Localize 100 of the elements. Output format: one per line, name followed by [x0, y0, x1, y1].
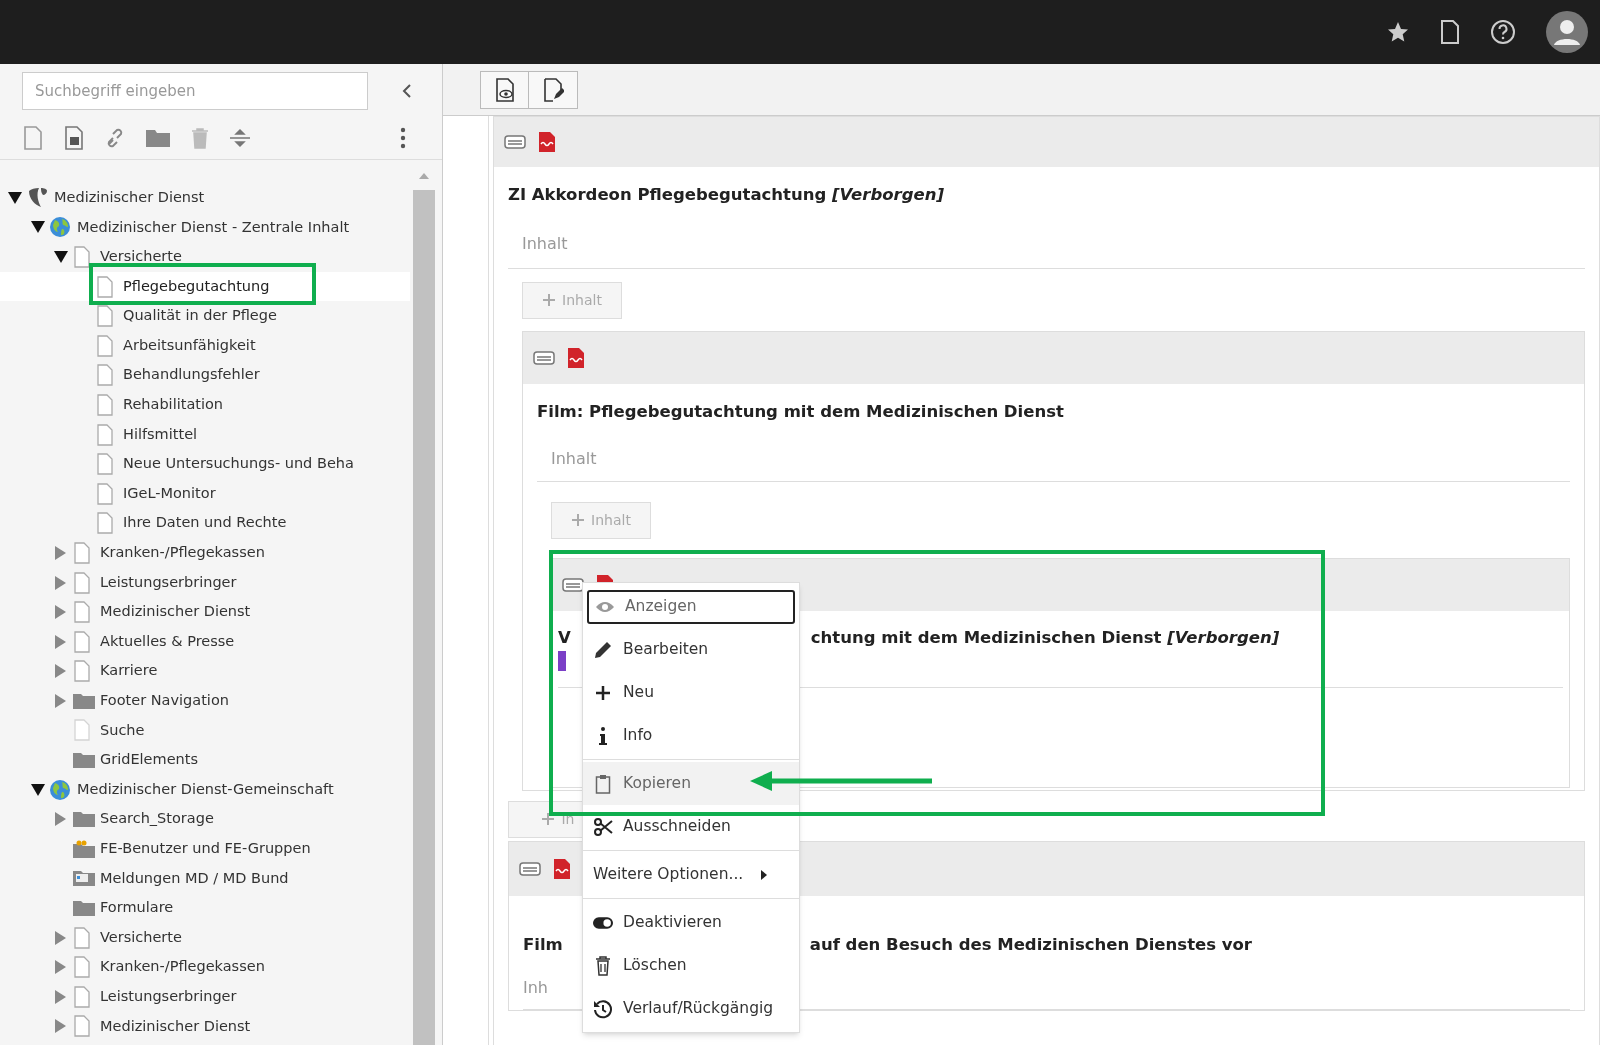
page-icon	[72, 630, 92, 653]
card-title: Film	[523, 933, 563, 956]
menu-item[interactable]: Deaktivieren	[583, 901, 799, 944]
tree-item[interactable]: Versicherte	[0, 242, 410, 272]
divider-icon[interactable]	[229, 128, 251, 148]
tree-item[interactable]: Versicherte	[0, 922, 410, 953]
folder-icon	[72, 750, 96, 771]
collapsed-toggle-icon[interactable]	[54, 634, 66, 649]
menu-item[interactable]: Verlauf/Rückgängig	[583, 987, 799, 1030]
tree-item[interactable]: Leistungserbringer	[0, 982, 410, 1012]
tree-item[interactable]: Karriere	[0, 656, 410, 687]
hidden-status-icon	[538, 131, 556, 153]
collapsed-toggle-icon[interactable]	[54, 930, 66, 945]
collapsed-toggle-icon[interactable]	[54, 575, 66, 590]
tree-item[interactable]: FE-Benutzer und FE-Gruppen	[0, 834, 410, 864]
tree-item[interactable]: Behandlungsfehler	[0, 360, 410, 391]
collapsed-toggle-icon[interactable]	[54, 545, 66, 560]
tree-item[interactable]: IGeL-Monitor	[0, 478, 410, 509]
menu-item[interactable]: Weitere Optionen...	[583, 853, 799, 896]
tree-item[interactable]: Meldungen MD / MD Bund	[0, 863, 410, 894]
folder-icon	[72, 809, 96, 830]
tree-item[interactable]: Formulare	[0, 893, 410, 923]
tree-item[interactable]: Medizinischer Dienst	[0, 1011, 410, 1042]
tree-item[interactable]: Qualität in der Pflege	[0, 301, 410, 331]
tree-item[interactable]: Medizinischer Dienst	[0, 597, 410, 627]
tree-item[interactable]: Footer Navigation	[0, 686, 410, 716]
expanded-toggle-icon[interactable]	[54, 251, 68, 263]
tree-item[interactable]: Arbeitsunfähigkeit	[0, 330, 410, 361]
collapsed-toggle-icon[interactable]	[54, 693, 66, 708]
avatar-icon[interactable]	[1546, 11, 1588, 53]
collapsed-toggle-icon[interactable]	[54, 960, 66, 975]
page-icon	[95, 393, 115, 416]
tree-item[interactable]: Neue Untersuchungs- und Beha	[0, 449, 410, 479]
content-type-icon	[504, 134, 526, 150]
plus-icon	[542, 293, 557, 307]
trash-icon[interactable]	[190, 127, 210, 149]
page-icon	[72, 1015, 92, 1038]
tree-item[interactable]: Pflegebegutachtung	[0, 271, 410, 302]
card-title: chtung mit dem Medizinischen Dienst [Verborgen]	[810, 626, 1280, 649]
menu-item[interactable]: Info	[583, 714, 799, 757]
folder-users-icon	[72, 838, 96, 859]
page-view-icon	[493, 77, 516, 102]
column-label: Inhalt	[551, 447, 597, 470]
collapsed-toggle-icon[interactable]	[54, 664, 66, 679]
view-page-button[interactable]	[480, 70, 529, 109]
collapse-icon[interactable]	[402, 83, 412, 99]
new-page-icon[interactable]	[22, 126, 44, 150]
trash-icon	[595, 955, 611, 976]
plus-icon	[595, 684, 611, 701]
expanded-toggle-icon[interactable]	[31, 783, 45, 796]
tree-item[interactable]: Medizinischer Dienst-Gemeinschaft	[0, 774, 410, 805]
collapsed-toggle-icon[interactable]	[54, 1019, 66, 1034]
menu-item[interactable]: Bearbeiten	[583, 628, 799, 671]
search-field[interactable]: Suchbegriff eingeben	[22, 72, 368, 110]
collapsed-toggle-icon[interactable]	[54, 812, 66, 827]
tree-item[interactable]: Medizinischer Dienst	[0, 183, 410, 213]
page-icon	[95, 453, 115, 476]
menu-item[interactable]: Kopieren	[583, 762, 799, 805]
tree-item[interactable]: Ihre Daten und Rechte	[0, 508, 410, 539]
content-type-icon	[519, 861, 541, 877]
tree-item[interactable]: Search_Storage	[0, 804, 410, 835]
tree-item[interactable]: Kranken-/Pflegekassen	[0, 952, 410, 983]
tree-item[interactable]: Medizinischer Dienst - Zentrale Inhalt	[0, 212, 410, 243]
expanded-toggle-icon[interactable]	[31, 221, 45, 234]
page-icon	[72, 246, 92, 268]
card-title: ZI Akkordeon Pflegebegutachtung [Verborgen]	[507, 184, 945, 206]
hidden-status-icon	[567, 347, 585, 369]
menu-item[interactable]: Löschen	[583, 944, 799, 987]
page-icon	[95, 305, 115, 328]
site-logo-icon	[26, 186, 48, 209]
column-label: Inhalt	[522, 232, 568, 255]
menu-item[interactable]: Neu	[583, 671, 799, 714]
help-icon[interactable]	[1490, 19, 1516, 45]
tree-item[interactable]: Aktuelles & Presse	[0, 626, 410, 657]
clipboard-icon	[595, 773, 611, 794]
tree-item[interactable]: Hilfsmittel	[0, 419, 410, 450]
column-label: Inh	[523, 976, 548, 999]
page-icon	[72, 541, 92, 564]
star-icon[interactable]	[1386, 20, 1410, 44]
scissors-icon	[593, 816, 613, 837]
page-import-icon[interactable]	[63, 126, 85, 150]
history-icon	[593, 998, 613, 1019]
expanded-toggle-icon[interactable]	[8, 191, 22, 204]
collapsed-toggle-icon[interactable]	[54, 605, 66, 620]
page-icon	[95, 275, 115, 298]
more-options-icon[interactable]	[400, 127, 406, 149]
tree-item[interactable]: Rehabilitation	[0, 390, 410, 420]
page-icon	[95, 512, 115, 535]
tree-item[interactable]: Kranken-/Pflegekassen	[0, 538, 410, 568]
tree-item[interactable]: GridElements	[0, 745, 410, 775]
collapsed-toggle-icon[interactable]	[54, 989, 66, 1004]
eye-icon	[595, 599, 615, 614]
page-icon	[95, 482, 115, 505]
document-icon[interactable]	[1440, 20, 1460, 44]
scroll-up-icon[interactable]	[418, 172, 430, 180]
folder-icon[interactable]	[145, 128, 171, 148]
pencil-icon	[593, 639, 613, 660]
tree-item[interactable]: Leistungserbringer	[0, 567, 410, 598]
tree-item[interactable]: Suche	[0, 715, 410, 746]
edit-page-button[interactable]	[529, 70, 578, 109]
